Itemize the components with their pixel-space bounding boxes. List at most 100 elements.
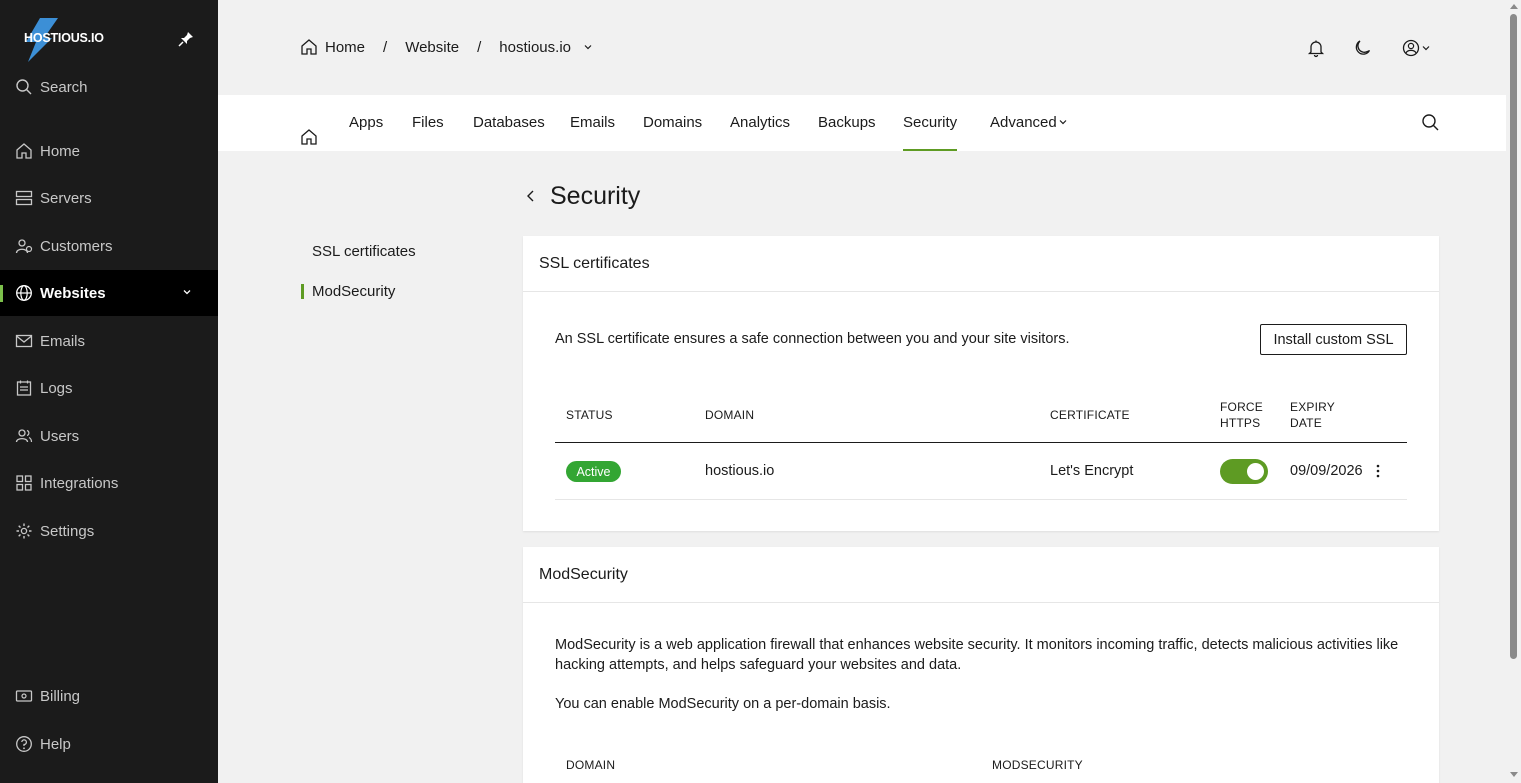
billing-icon xyxy=(15,687,33,705)
modsecurity-description-line2: hacking attempts, and helps safeguard yo… xyxy=(555,657,962,673)
sidebar-search-label: Search xyxy=(40,78,88,96)
help-icon xyxy=(15,735,33,753)
breadcrumb-separator: / xyxy=(477,38,482,56)
breadcrumb-website[interactable]: Website xyxy=(405,39,459,56)
sidebar-item-label: Help xyxy=(40,735,71,753)
sidebar-item-home[interactable]: Home xyxy=(0,128,218,174)
moon-icon[interactable] xyxy=(1353,38,1373,58)
column-header-force-https-line1: FORCE xyxy=(1220,400,1263,414)
modsecurity-card: ModSecurity ModSecurity is a web applica… xyxy=(523,547,1439,783)
tab-emails[interactable]: Emails xyxy=(570,95,615,151)
force-https-toggle[interactable] xyxy=(1220,459,1268,484)
sidebar-item-label: Billing xyxy=(40,687,81,705)
sidebar-item-label: Emails xyxy=(40,332,86,350)
chevron-down-icon xyxy=(1059,120,1067,125)
column-header-domain[interactable]: DOMAIN xyxy=(566,757,615,773)
back-chevron-icon[interactable] xyxy=(524,188,538,204)
modsecurity-card-title: ModSecurity xyxy=(523,547,1439,603)
brand-name: HOSTIOUS.IO xyxy=(24,31,104,45)
modsecurity-description-line1: ModSecurity is a web application firewal… xyxy=(555,637,1399,653)
sidebar-item-help[interactable]: Help xyxy=(0,721,218,767)
tab-domains[interactable]: Domains xyxy=(643,95,702,151)
tab-advanced[interactable]: Advanced xyxy=(990,95,1057,151)
logs-icon xyxy=(15,379,33,397)
section-tabs: Apps Files Databases Emails Domains Anal… xyxy=(218,95,1506,151)
toggle-knob xyxy=(1247,463,1264,480)
sidebar-item-customers[interactable]: Customers xyxy=(0,223,218,269)
sidebar-item-label: Home xyxy=(40,142,81,160)
status-badge: Active xyxy=(566,461,621,482)
table-row-divider xyxy=(555,499,1407,500)
sidebar-item-settings[interactable]: Settings xyxy=(0,508,218,554)
sidebar-item-label: Customers xyxy=(40,237,113,255)
column-header-expiry-line2: DATE xyxy=(1290,416,1322,430)
breadcrumb-domain[interactable]: hostious.io xyxy=(499,39,571,56)
chevron-down-icon[interactable] xyxy=(583,42,593,52)
sidebar-item-logs[interactable]: Logs xyxy=(0,365,218,411)
page-scrollbar[interactable] xyxy=(1506,0,1521,783)
column-header-status[interactable]: STATUS xyxy=(566,407,613,423)
column-header-force-https-line2: HTTPS xyxy=(1220,416,1261,430)
sidebar-item-websites[interactable]: Websites xyxy=(0,270,218,316)
sidebar: HOSTIOUS.IO Search Home Servers Customer… xyxy=(0,0,218,783)
page-title: Security xyxy=(550,182,641,210)
search-icon xyxy=(15,78,33,96)
gear-icon xyxy=(15,522,33,540)
breadcrumb: Home / Website / hostious.io xyxy=(300,38,593,56)
brand-logo[interactable]: HOSTIOUS.IO xyxy=(22,18,132,62)
bell-icon[interactable] xyxy=(1306,38,1326,58)
tab-security[interactable]: Security xyxy=(903,95,958,151)
subnav-modsecurity[interactable]: ModSecurity xyxy=(312,283,395,300)
sidebar-item-integrations[interactable]: Integrations xyxy=(0,460,218,506)
search-icon[interactable] xyxy=(1421,113,1440,137)
install-custom-ssl-button[interactable]: Install custom SSL xyxy=(1260,324,1407,355)
sidebar-item-emails[interactable]: Emails xyxy=(0,318,218,364)
account-menu-icon[interactable] xyxy=(1401,38,1437,58)
column-header-certificate[interactable]: CERTIFICATE xyxy=(1050,407,1130,423)
chevron-down-icon xyxy=(183,290,191,295)
scrollbar-thumb[interactable] xyxy=(1510,14,1517,659)
tab-apps[interactable]: Apps xyxy=(349,95,383,151)
tab-databases[interactable]: Databases xyxy=(473,95,545,151)
scroll-down-arrow-icon[interactable] xyxy=(1510,772,1518,777)
ssl-card-title: SSL certificates xyxy=(523,236,1439,292)
breadcrumb-separator: / xyxy=(383,38,388,56)
sidebar-item-label: Users xyxy=(40,427,80,445)
mail-icon xyxy=(15,332,33,350)
column-header-domain[interactable]: DOMAIN xyxy=(705,407,754,423)
more-options-icon[interactable] xyxy=(1374,463,1382,479)
sidebar-item-users[interactable]: Users xyxy=(0,413,218,459)
column-header-force-https[interactable]: FORCE HTTPS xyxy=(1220,399,1263,431)
tab-files[interactable]: Files xyxy=(412,95,444,151)
customers-icon xyxy=(15,237,33,255)
sidebar-item-label: Logs xyxy=(40,379,73,397)
modsecurity-note: You can enable ModSecurity on a per-doma… xyxy=(555,696,891,712)
sidebar-item-label: Integrations xyxy=(40,474,119,492)
tab-backups[interactable]: Backups xyxy=(818,95,876,151)
pin-icon[interactable] xyxy=(178,31,194,47)
ssl-row-certificate: Let's Encrypt xyxy=(1050,463,1134,479)
subnav-ssl-certificates[interactable]: SSL certificates xyxy=(312,243,416,260)
table-header-divider xyxy=(555,442,1407,443)
column-header-expiry-date[interactable]: EXPIRY DATE xyxy=(1290,399,1335,431)
sidebar-item-label: Settings xyxy=(40,522,95,540)
subnav-active-indicator xyxy=(301,284,304,299)
globe-icon xyxy=(15,284,33,302)
home-icon xyxy=(15,142,33,160)
column-header-modsecurity[interactable]: MODSECURITY xyxy=(992,757,1083,773)
sidebar-item-servers[interactable]: Servers xyxy=(0,175,218,221)
users-icon xyxy=(15,427,33,445)
sidebar-item-billing[interactable]: Billing xyxy=(0,673,218,719)
scroll-up-arrow-icon[interactable] xyxy=(1510,4,1518,9)
ssl-row-domain: hostious.io xyxy=(705,463,775,479)
breadcrumb-home[interactable]: Home xyxy=(325,39,365,56)
ssl-row-expiry-date: 09/09/2026 xyxy=(1290,463,1363,479)
sidebar-item-label: Websites xyxy=(40,284,106,302)
servers-icon xyxy=(15,189,33,207)
sidebar-item-label: Servers xyxy=(40,189,92,207)
sidebar-search[interactable]: Search xyxy=(0,64,218,110)
home-icon[interactable] xyxy=(300,38,318,56)
tab-home-icon[interactable] xyxy=(300,114,318,145)
top-bar: Home / Website / hostious.io xyxy=(218,0,1506,95)
tab-analytics[interactable]: Analytics xyxy=(730,95,790,151)
